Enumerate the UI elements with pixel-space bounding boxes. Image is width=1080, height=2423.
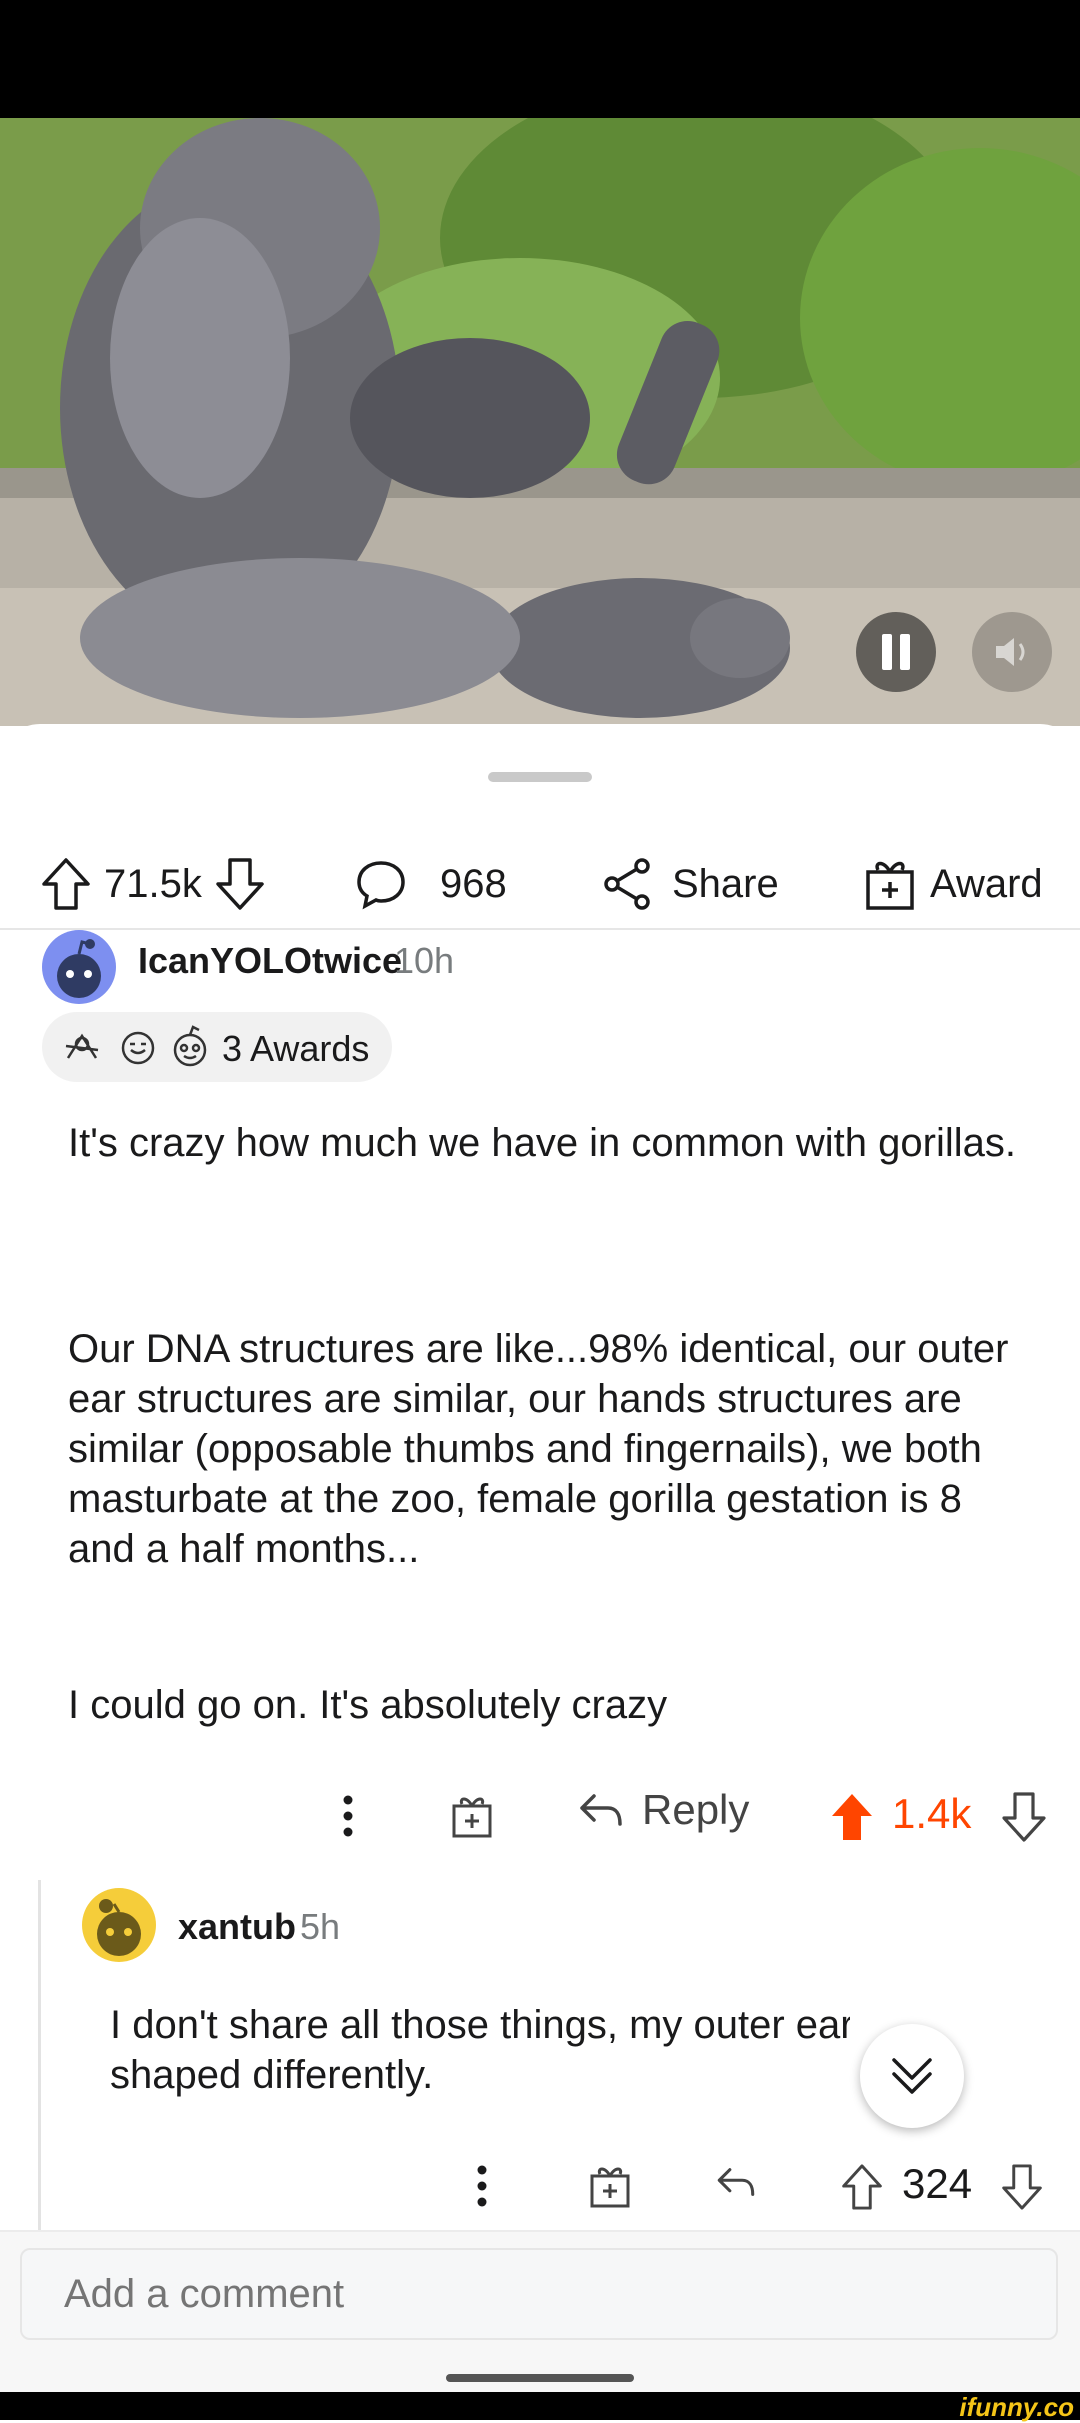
reply-button[interactable]: Reply — [576, 1786, 749, 1834]
more-icon — [477, 2165, 487, 2207]
home-indicator[interactable] — [446, 2374, 634, 2382]
snoo-avatar-icon — [97, 1899, 141, 1956]
reply-icon — [580, 1794, 622, 1826]
reply-button[interactable] — [714, 2162, 758, 2207]
share-button[interactable]: Share — [600, 852, 779, 916]
give-award-button[interactable] — [450, 1794, 494, 1845]
snoo-avatar-icon — [57, 939, 101, 998]
downvote-icon[interactable] — [1000, 1790, 1048, 1849]
thread-line[interactable] — [38, 1880, 41, 2230]
comment-count: 968 — [440, 861, 507, 906]
comments-button[interactable]: 968 — [354, 852, 507, 916]
watermark: ifunny.co — [959, 2392, 1074, 2422]
downvote-icon[interactable] — [1000, 2162, 1044, 2217]
comment-paragraph: I could go on. It's absolutely crazy — [68, 1683, 668, 1727]
gift-icon — [452, 1797, 492, 1838]
mute-button[interactable] — [972, 612, 1052, 692]
more-icon — [343, 1795, 353, 1837]
share-icon — [600, 856, 656, 912]
comment-author[interactable]: xantub — [178, 1906, 296, 1948]
comment-author[interactable]: IcanYOLOtwice — [138, 940, 402, 982]
comment-text-line: I don't share all those things, my outer… — [110, 2003, 850, 2047]
sheet-drag-handle[interactable] — [488, 772, 592, 782]
comment-score: 1.4k — [892, 1790, 972, 1837]
award-icons — [65, 1025, 207, 1067]
reply-icon — [717, 2168, 755, 2196]
divider — [0, 928, 1080, 930]
vote-group: 71.5k — [40, 852, 266, 916]
comment-icon — [354, 857, 408, 911]
status-bar-area — [0, 0, 1080, 118]
comment-age: 5h — [300, 1906, 341, 1947]
comment-input[interactable] — [20, 2248, 1058, 2340]
pause-button[interactable] — [856, 612, 936, 692]
upvote-icon[interactable] — [828, 1790, 876, 1849]
comment-text-line: shaped differently. — [110, 2053, 434, 2097]
bottom-strip — [0, 2392, 1080, 2420]
more-options-button[interactable] — [336, 1788, 360, 1849]
comment-paragraph: It's crazy how much we have in common wi… — [68, 1121, 1016, 1165]
comment-age: 10h — [394, 940, 455, 981]
avatar[interactable] — [82, 1888, 156, 1962]
reply-label: Reply — [642, 1786, 750, 1833]
downvote-icon[interactable] — [214, 856, 266, 912]
avatar[interactable] — [42, 930, 116, 1004]
award-label: Award — [930, 861, 1043, 906]
comment-paragraph: Our DNA structures are like...98% identi… — [68, 1327, 1009, 1571]
give-award-button[interactable] — [588, 2164, 632, 2215]
share-label: Share — [672, 861, 779, 906]
upvote-icon[interactable] — [840, 2162, 884, 2217]
awards-count: 3 Awards — [222, 1028, 370, 1069]
mute-icon — [996, 638, 1025, 666]
gift-icon — [864, 856, 916, 912]
upvote-icon[interactable] — [40, 856, 92, 912]
more-options-button[interactable] — [470, 2158, 494, 2219]
comment-score: 324 — [902, 2160, 973, 2207]
award-button[interactable]: Award — [864, 852, 1043, 916]
gift-icon — [590, 2167, 630, 2208]
upvote-count: 71.5k — [104, 861, 202, 906]
chevron-double-down-icon — [892, 2058, 932, 2094]
next-comment-button[interactable] — [860, 2024, 964, 2128]
